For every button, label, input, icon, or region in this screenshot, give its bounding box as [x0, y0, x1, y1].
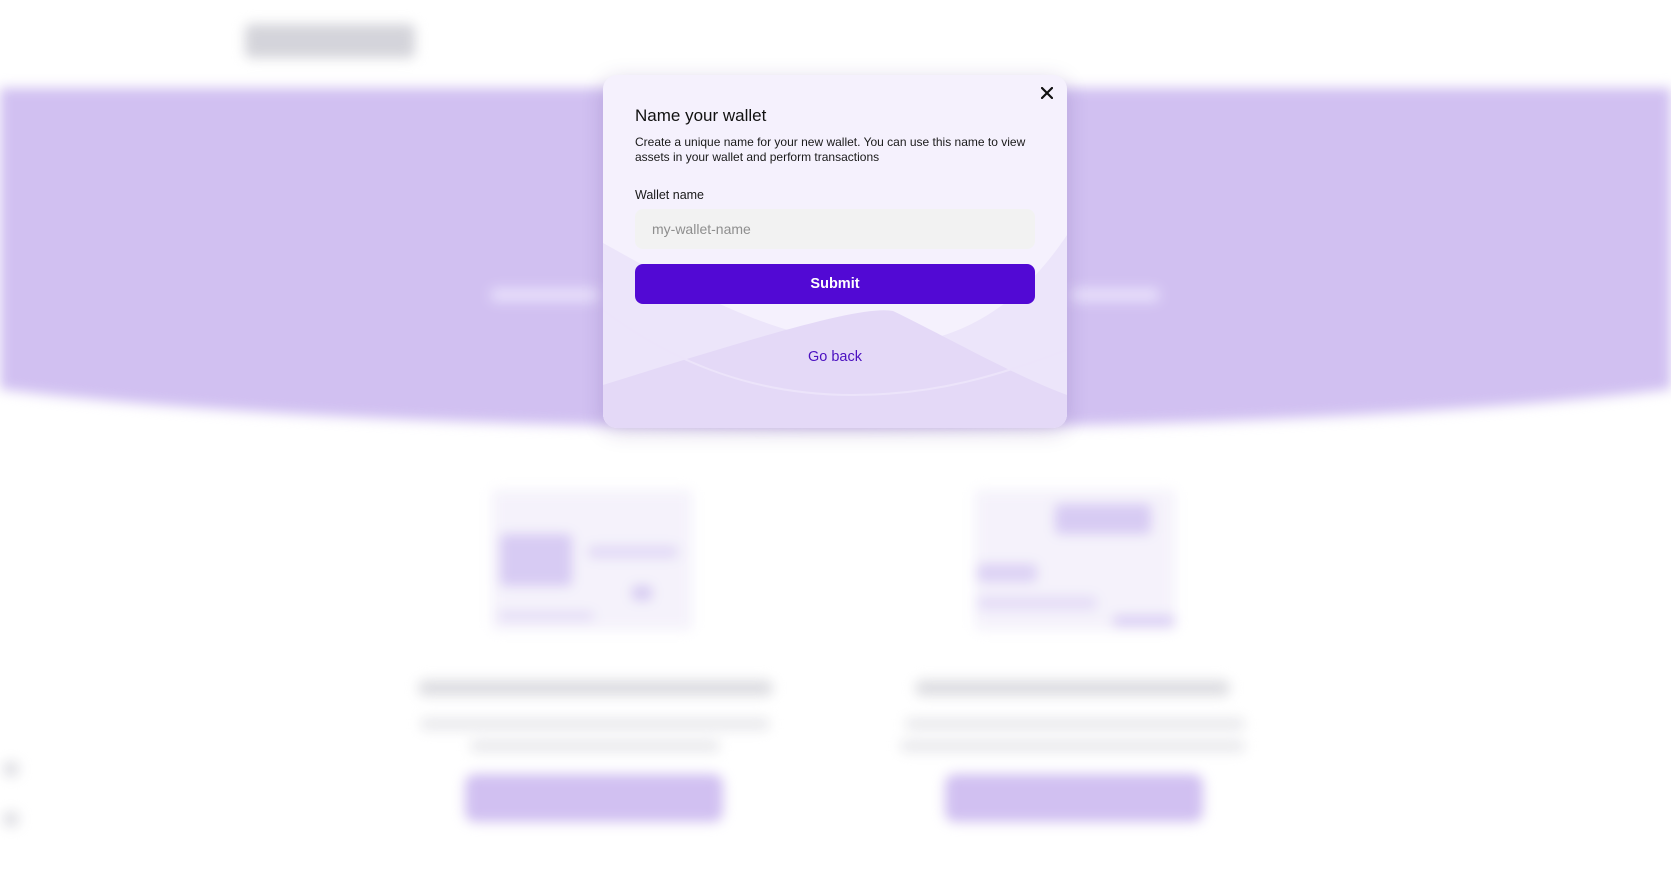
wallet-name-label: Wallet name [635, 188, 705, 202]
close-icon [1041, 87, 1053, 99]
go-back-link[interactable]: Go back [635, 349, 1035, 365]
name-wallet-dialog: Name your wallet Create a unique name fo… [603, 75, 1067, 428]
close-button[interactable] [1035, 81, 1059, 105]
dialog-description: Create a unique name for your new wallet… [635, 135, 1026, 164]
dialog-title: Name your wallet [635, 106, 767, 125]
wallet-name-input[interactable] [635, 209, 1035, 249]
submit-button[interactable]: Submit [635, 264, 1035, 304]
